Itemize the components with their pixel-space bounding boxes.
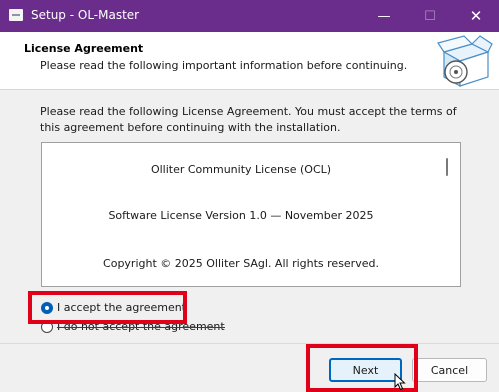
accept-radio[interactable] (41, 301, 53, 314)
minimize-button[interactable]: — (361, 0, 407, 32)
decline-radio[interactable] (41, 320, 53, 333)
accept-label: I accept the agreement (57, 301, 186, 314)
mouse-pointer-icon (394, 373, 406, 391)
license-scrollbar[interactable] (446, 158, 448, 176)
instructions-text: Please read the following License Agreem… (40, 105, 457, 134)
window-title: Setup - OL-Master (31, 8, 140, 22)
license-text-area[interactable]: Olliter Community License (OCL) Software… (41, 142, 461, 287)
software-box-icon (437, 35, 493, 88)
wizard-header: License Agreement Please read the follow… (0, 32, 499, 90)
app-icon (9, 9, 23, 21)
decline-agreement-option[interactable]: I do not accept the agreement (41, 320, 225, 333)
license-name: Olliter Community License (OCL) (150, 163, 332, 176)
strikethrough-mark (57, 327, 225, 328)
title-bar: Setup - OL-Master — ☐ ✕ (0, 0, 499, 32)
maximize-button: ☐ (424, 8, 436, 24)
decline-label-wrap: I do not accept the agreement (57, 320, 225, 333)
page-subtitle: Please read the following important info… (40, 59, 408, 72)
license-version: Software License Version 1.0 — November … (108, 209, 374, 222)
next-button[interactable]: Next (329, 358, 402, 382)
page-title: License Agreement (24, 42, 144, 55)
accept-agreement-option[interactable]: I accept the agreement (41, 301, 186, 314)
close-button[interactable]: ✕ (453, 0, 499, 32)
cancel-button[interactable]: Cancel (412, 358, 487, 382)
license-copyright: Copyright © 2025 Olliter SAgl. All right… (103, 257, 379, 270)
footer-divider (0, 343, 499, 344)
